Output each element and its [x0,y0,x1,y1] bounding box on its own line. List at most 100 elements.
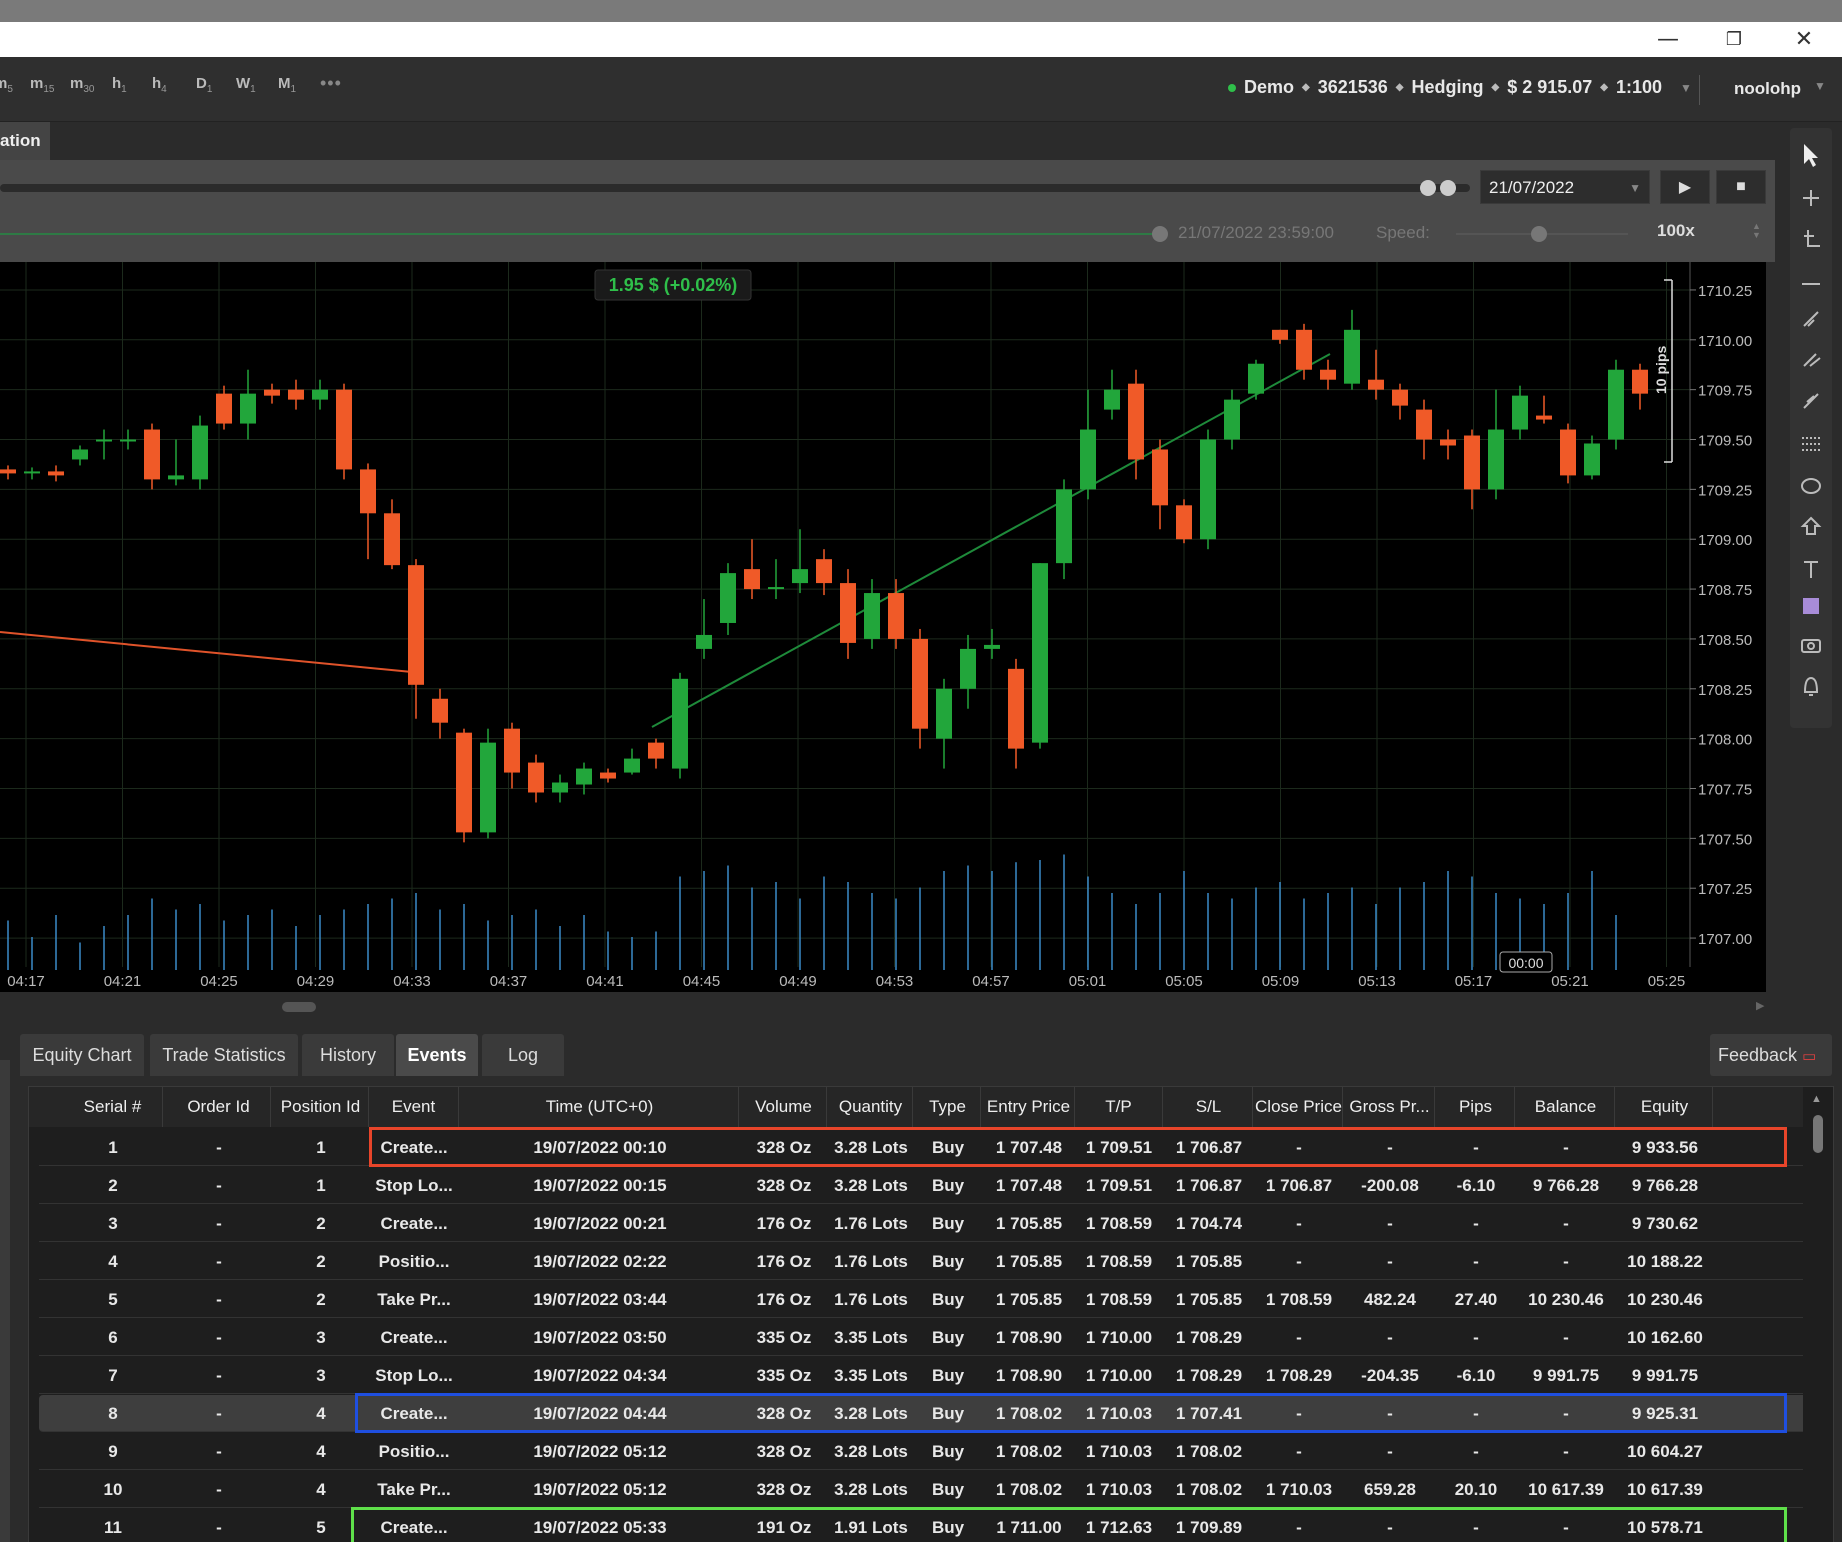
tab-events[interactable]: Events [396,1034,478,1076]
table-cell: 9 991.75 [1532,1366,1600,1385]
candle-body [264,389,280,396]
stop-button[interactable]: ■ [1716,170,1766,204]
candle-body [1512,395,1528,430]
timeframe-button[interactable]: M1 [278,75,296,95]
price-tick-label: 1710.00 [1698,333,1752,350]
restore-icon[interactable]: ❐ [1706,22,1762,57]
time-tick-label: 05:13 [1358,973,1396,990]
table-cell: 1 [316,1176,326,1195]
table-cell: 1 706.87 [1265,1176,1333,1195]
table-row[interactable]: 9 - 4 Positio... 19/07/2022 05:12 328 Oz 3.28 … [39,1433,1809,1470]
candle-body [1104,389,1120,410]
column-header[interactable]: Type [915,1087,981,1127]
table-row[interactable]: 10 - 4 Take Pr... 19/07/2022 05:12 328 Oz 3.28… [39,1471,1809,1508]
table-cell: Buy [931,1442,965,1461]
table-vertical-scrollbar[interactable]: ▲ ▼ [1803,1087,1833,1542]
table-cell: 5 [316,1518,326,1537]
column-header[interactable]: S/L [1165,1087,1253,1127]
play-button[interactable]: ▶ [1660,170,1710,204]
user-menu[interactable]: noolohp [1734,79,1801,99]
close-icon[interactable]: ✕ [1776,22,1832,57]
table-cell: - [216,1442,222,1461]
table-cell: 1 712.63 [1085,1518,1153,1537]
table-cell: - [1296,1442,1302,1461]
tab-trade-statistics[interactable]: Trade Statistics [150,1034,298,1076]
speed-handle[interactable] [1531,226,1547,242]
table-row[interactable]: 4 - 2 Positio... 19/07/2022 02:22 176 Oz 1.76 … [39,1243,1809,1280]
table-cell: 328 Oz [756,1480,812,1499]
scroll-thumb[interactable] [282,1002,316,1012]
table-row[interactable]: 5 - 2 Take Pr... 19/07/2022 03:44 176 Oz 1.76 … [39,1281,1809,1318]
table-cell: Buy [931,1366,965,1385]
table-cell: 1 708.90 [995,1328,1063,1347]
table-row[interactable]: 6 - 3 Create... 19/07/2022 03:50 335 Oz 3.35 L… [39,1319,1809,1356]
timeframe-button[interactable]: W1 [236,75,256,95]
chevron-down-icon: ▼ [1680,80,1692,95]
candle-body [552,782,568,793]
column-header[interactable]: Order Id [167,1087,271,1127]
table-cell: Positio... [378,1252,450,1271]
column-header[interactable]: Position Id [273,1087,369,1127]
column-header[interactable]: Pips [1437,1087,1515,1127]
table-cell: 19/07/2022 03:44 [533,1290,667,1309]
column-header[interactable]: Time (UTC+0) [461,1087,739,1127]
account-selector[interactable]: Demo ◆ 3621536 ◆ Hedging ◆ $ 2 915.07 ◆ … [1228,77,1692,98]
column-header[interactable]: Volume [741,1087,827,1127]
scroll-thumb[interactable] [1813,1115,1823,1153]
timeframe-button[interactable]: m15 [30,75,54,95]
table-cell: 176 Oz [756,1252,812,1271]
column-header[interactable]: T/P [1075,1087,1163,1127]
table-cell: Take Pr... [377,1480,451,1499]
timeframe-button[interactable]: D1 [196,75,212,95]
table-cell: 3.28 Lots [834,1176,908,1195]
timeframe-button[interactable]: h1 [112,75,127,95]
table-row[interactable]: 3 - 2 Create... 19/07/2022 00:21 176 Oz 1.76 L… [39,1205,1809,1242]
column-header[interactable]: Equity [1617,1087,1713,1127]
start-date-select[interactable]: 21/07/2022 ▼ [1480,170,1650,204]
table-cell: 1 708.59 [1085,1290,1153,1309]
column-header[interactable]: Gross Pr... [1345,1087,1435,1127]
table-row[interactable]: 7 - 3 Stop Lo... 19/07/2022 04:34 335 Oz 3.35 … [39,1357,1809,1394]
candle-body [840,583,856,643]
column-header[interactable]: Balance [1517,1087,1615,1127]
column-header[interactable]: Serial # [63,1087,163,1127]
tab-equity-chart[interactable]: Equity Chart [20,1034,144,1076]
minimize-icon[interactable]: — [1640,22,1696,57]
table-cell: 10 162.60 [1627,1328,1703,1347]
table-cell: 1 709.89 [1175,1518,1243,1537]
table-cell: - [1387,1328,1393,1347]
table-row[interactable]: 8 - 4 Create... 19/07/2022 04:44 328 Oz 3.28 L… [39,1395,1809,1432]
speed-spinner[interactable]: ▲ ▼ [1752,222,1761,240]
candle-body [912,638,928,729]
column-header[interactable]: Event [369,1087,459,1127]
chart-horizontal-scrollbar[interactable]: ▶ [0,992,1775,1020]
start-date-value: 21/07/2022 [1489,178,1575,197]
timeframe-button[interactable]: m5 [0,75,13,95]
column-header[interactable]: Entry Price [983,1087,1075,1127]
timeframe-button[interactable]: h4 [152,75,167,95]
range-start-handle[interactable] [1420,180,1436,196]
more-timeframes-button[interactable]: ••• [320,73,342,94]
price-chart[interactable]: 1710.25 1710.00 1709.75 1709.50 1709.25 1709.… [0,262,1766,992]
timeframe-button[interactable]: m30 [70,75,94,95]
column-header[interactable]: Quantity [829,1087,913,1127]
tab-log[interactable]: Log [482,1034,564,1076]
candle-body [864,593,880,639]
date-range-slider[interactable] [0,184,1470,192]
column-header[interactable]: Close Price [1255,1087,1343,1127]
speed-value: 100x [1657,221,1695,240]
candle-body [1032,563,1048,743]
table-cell: - [1473,1442,1479,1461]
tab-automation[interactable]: ation [0,122,50,160]
table-cell: 1 705.85 [995,1252,1063,1271]
feedback-button[interactable]: Feedback ▭ [1710,1034,1832,1076]
tab-history[interactable]: History [302,1034,394,1076]
candle-body [1248,363,1264,394]
table-row[interactable]: 2 - 1 Stop Lo... 19/07/2022 00:15 328 Oz 3.28 … [39,1167,1809,1204]
table-row[interactable]: 11 - 5 Create... 19/07/2022 05:33 191 Oz 1.91 … [39,1509,1809,1542]
table-row[interactable]: 1 - 1 Create... 19/07/2022 00:10 328 Oz 3.28 L… [39,1129,1809,1166]
progress-handle[interactable] [1152,226,1168,242]
scroll-right-icon[interactable]: ▶ [1756,999,1764,1012]
range-end-handle[interactable] [1440,180,1456,196]
scroll-up-icon[interactable]: ▲ [1811,1093,1822,1105]
